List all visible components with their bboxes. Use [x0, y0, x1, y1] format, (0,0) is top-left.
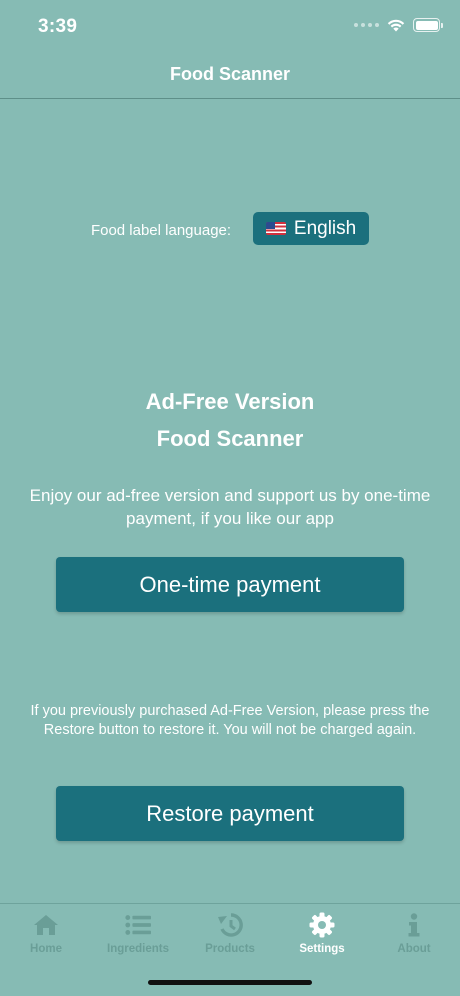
tab-products[interactable]: Products: [184, 904, 276, 964]
ad-free-description: Enjoy our ad-free version and support us…: [29, 486, 431, 528]
navigation-bar: Food Scanner: [0, 54, 460, 99]
app-name-title: Food Scanner: [156, 426, 304, 451]
tab-label: About: [397, 943, 431, 955]
restore-payment-button[interactable]: Restore payment: [56, 786, 404, 841]
tab-home[interactable]: Home: [0, 904, 92, 964]
ad-free-title: Ad-Free Version: [145, 389, 315, 414]
cellular-signal-icon: [354, 23, 379, 27]
page-title: Food Scanner: [169, 64, 290, 84]
list-icon: [125, 912, 151, 938]
gear-icon: [309, 912, 335, 938]
one-time-payment-button[interactable]: One-time payment: [56, 557, 404, 612]
tab-ingredients[interactable]: Ingredients: [92, 904, 184, 964]
tab-settings[interactable]: Settings: [276, 904, 368, 964]
language-button-label: English: [293, 217, 357, 239]
status-time: 3:39: [38, 16, 78, 37]
restore-info-text: If you previously purchased Ad-Free Vers…: [30, 703, 430, 738]
language-select-button[interactable]: English: [253, 212, 370, 245]
us-flag-icon: [265, 222, 286, 235]
info-icon: [401, 912, 427, 938]
history-icon: [217, 912, 243, 938]
home-icon: [33, 912, 59, 938]
tab-label: Settings: [299, 943, 345, 955]
tab-about[interactable]: About: [368, 904, 460, 964]
wifi-icon: [387, 19, 405, 32]
home-indicator[interactable]: [148, 980, 312, 985]
language-row: Food label language: English: [0, 212, 460, 245]
language-label: Food label language:: [90, 222, 232, 239]
tab-label: Home: [30, 943, 62, 955]
tab-label: Products: [205, 943, 255, 955]
battery-icon: [413, 18, 443, 32]
status-icons: [354, 18, 443, 32]
tab-label: Ingredients: [107, 943, 169, 955]
status-bar: 3:39: [0, 0, 460, 54]
